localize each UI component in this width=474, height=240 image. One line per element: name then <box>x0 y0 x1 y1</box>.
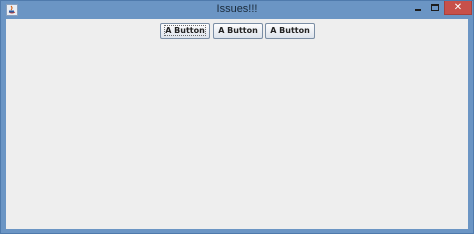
a-button-1[interactable]: A Button <box>160 23 210 39</box>
a-button-3[interactable]: A Button <box>265 23 315 39</box>
close-icon: ✕ <box>453 2 463 13</box>
a-button-2-label: A Button <box>218 26 258 35</box>
close-button[interactable]: ✕ <box>444 1 472 15</box>
title-bar[interactable]: Issues!!! ✕ <box>1 1 473 19</box>
window-title: Issues!!! <box>216 3 258 15</box>
a-button-2[interactable]: A Button <box>213 23 263 39</box>
minimize-button[interactable] <box>411 1 425 15</box>
a-button-3-label: A Button <box>270 26 310 35</box>
maximize-button[interactable] <box>428 1 442 15</box>
content-panel: A Button A Button A Button <box>6 19 468 229</box>
a-button-1-label: A Button <box>164 25 206 36</box>
app-window: Issues!!! ✕ A Button A Button A Button <box>0 0 474 234</box>
